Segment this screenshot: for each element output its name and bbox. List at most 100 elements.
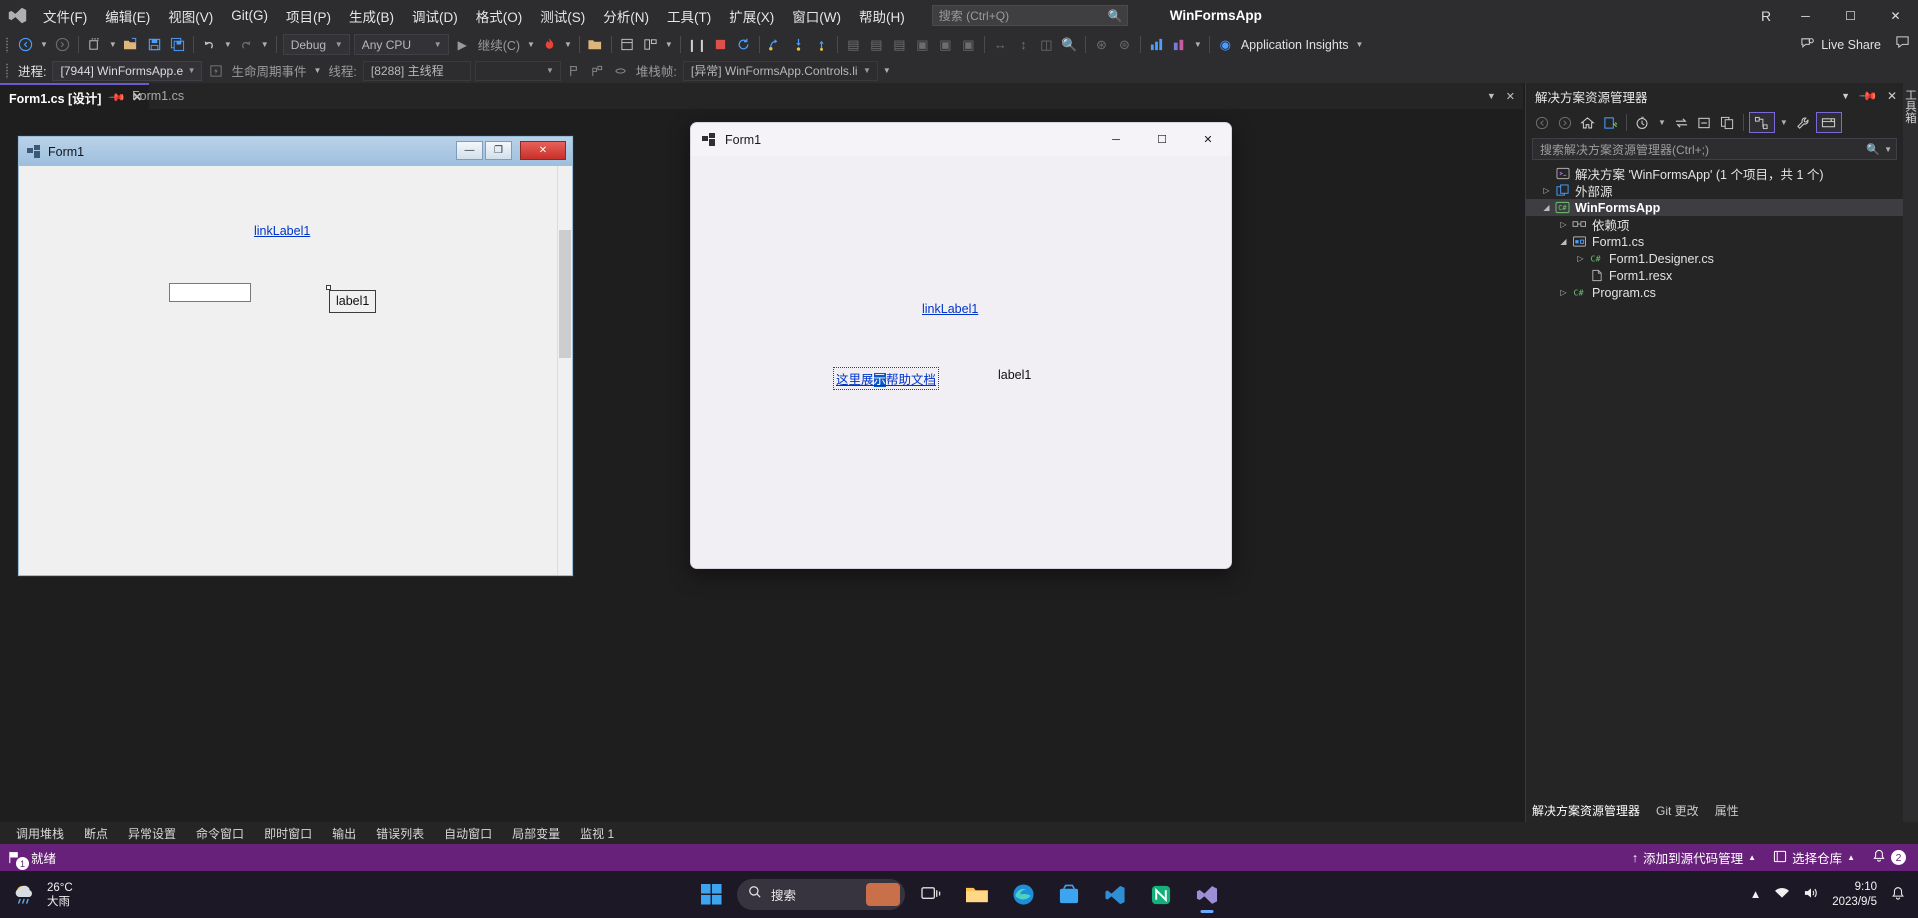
toolbar-grip[interactable] — [4, 36, 11, 54]
menu-item-file[interactable]: 文件(F) — [34, 0, 96, 31]
bottom-tab-autos[interactable]: 自动窗口 — [434, 822, 502, 844]
menu-item-project[interactable]: 项目(P) — [277, 0, 340, 31]
designer-scrollbar-thumb[interactable] — [559, 230, 571, 358]
designer-label1-wrapper[interactable]: label1 — [326, 285, 377, 313]
live-share-button[interactable]: Live Share — [1800, 36, 1881, 53]
navigate-forward-icon[interactable] — [51, 33, 74, 56]
toolbox-vertical-tab[interactable]: 工具箱 — [1903, 83, 1918, 822]
tab-list-dropdown-icon[interactable]: ▼ — [1487, 91, 1496, 101]
tree-item-form1-cs[interactable]: ◢ Form1.cs — [1526, 233, 1903, 250]
step-over-icon[interactable] — [764, 33, 787, 56]
bottom-tab-error-list[interactable]: 错误列表 — [366, 822, 434, 844]
network-icon[interactable] — [1774, 886, 1790, 903]
menu-item-format[interactable]: 格式(O) — [467, 0, 532, 31]
solution-view-caret[interactable]: ▼ — [1777, 118, 1791, 127]
debug-toolbar-grip[interactable] — [4, 62, 11, 80]
back-icon[interactable] — [1531, 112, 1552, 133]
footer-tab-git-changes[interactable]: Git 更改 — [1656, 802, 1699, 819]
global-search-input[interactable]: 搜索 (Ctrl+Q) 🔍 — [931, 5, 1128, 26]
vscode-icon[interactable] — [1095, 875, 1135, 915]
back-dropdown-caret[interactable]: ▼ — [37, 40, 51, 49]
solution-explorer-search-input[interactable]: 搜索解决方案资源管理器(Ctrl+;) 🔍 ▼ — [1532, 138, 1897, 160]
home-icon[interactable] — [1577, 112, 1598, 133]
play-icon[interactable]: ▶ — [451, 33, 474, 56]
new-item-dropdown-caret[interactable]: ▼ — [106, 40, 120, 49]
twisty[interactable]: ▷ — [1539, 186, 1554, 195]
flag-icon[interactable] — [563, 59, 586, 82]
designer-label1[interactable]: label1 — [329, 290, 377, 313]
pause-icon[interactable]: ❙❙ — [685, 33, 709, 56]
align-right-icon[interactable]: ▤ — [888, 33, 911, 56]
menu-item-help[interactable]: 帮助(H) — [850, 0, 914, 31]
edge-browser-icon[interactable] — [1003, 875, 1043, 915]
add-to-source-control-button[interactable]: ↑ 添加到源代码管理 ▲ — [1632, 848, 1756, 867]
window-minimize-button[interactable]: ─ — [1783, 0, 1828, 31]
app-insights-globe-icon[interactable]: ◉ — [1214, 33, 1237, 56]
bottom-tab-output[interactable]: 输出 — [322, 822, 366, 844]
stackframe-combo[interactable]: [异常] WinFormsApp.Controls.linkLabe ▼ — [682, 60, 878, 81]
running-form-titlebar[interactable]: Form1 ─ ☐ ✕ — [691, 123, 1231, 156]
twisty[interactable]: ◢ — [1556, 237, 1571, 246]
make-same-width-icon[interactable]: ↔ — [989, 33, 1012, 56]
thread-combo[interactable]: [8288] 主线程 — [362, 60, 471, 81]
volume-icon[interactable] — [1803, 886, 1819, 903]
running-form1-window[interactable]: Form1 ─ ☐ ✕ linkLabel1 这里展示帮助文档 label1 — [690, 122, 1232, 569]
menu-item-git[interactable]: Git(G) — [222, 0, 277, 31]
align-center-icon[interactable]: ▤ — [865, 33, 888, 56]
menu-item-debug[interactable]: 调试(D) — [403, 0, 467, 31]
winforms-designer-canvas[interactable]: Form1 — ❐ ✕ linkLabel1 label1 Form1 ─ ☐ … — [0, 109, 1523, 796]
file-explorer-icon[interactable] — [957, 875, 997, 915]
running-form-minimize-button[interactable]: ─ — [1093, 123, 1139, 156]
close-icon[interactable]: ✕ — [1887, 89, 1897, 103]
properties-wrench-icon[interactable] — [1793, 112, 1814, 133]
twisty[interactable]: ▷ — [1573, 254, 1588, 263]
running-form-body[interactable]: linkLabel1 这里展示帮助文档 label1 — [691, 156, 1231, 568]
solution-configuration-combo[interactable]: Debug ▼ — [282, 34, 350, 55]
notifications-button[interactable]: 2 — [1872, 849, 1906, 866]
app-insights-dropdown-caret[interactable]: ▼ — [1353, 40, 1367, 49]
undo-dropdown-caret[interactable]: ▼ — [221, 40, 235, 49]
lifecycle-events-icon[interactable] — [204, 59, 227, 82]
notification-bell-icon[interactable] — [1890, 886, 1906, 904]
taskbar-clock[interactable]: 9:10 2023/9/5 — [1832, 880, 1877, 910]
zoom-icon[interactable]: 🔍 — [1058, 33, 1081, 56]
collapse-all-icon[interactable] — [1694, 112, 1715, 133]
running-form-close-button[interactable]: ✕ — [1185, 123, 1231, 156]
undo-icon[interactable] — [198, 33, 221, 56]
tree-item-winformsapp[interactable]: ◢ C# WinFormsApp — [1526, 199, 1903, 216]
align-left-icon[interactable]: ▤ — [842, 33, 865, 56]
window-close-button[interactable]: ✕ — [1873, 0, 1918, 31]
bottom-tab-locals[interactable]: 局部变量 — [502, 822, 570, 844]
store-icon[interactable] — [1049, 875, 1089, 915]
show-all-files-icon[interactable] — [1717, 112, 1738, 133]
save-icon[interactable] — [143, 33, 166, 56]
preview-selected-items-icon[interactable] — [1815, 112, 1842, 133]
open-file-icon[interactable] — [120, 33, 143, 56]
account-avatar[interactable]: R — [1749, 0, 1783, 31]
taskbar-weather-widget[interactable]: 26°C 大雨 — [0, 881, 73, 909]
app-insights-caret[interactable]: ▼ — [1191, 40, 1205, 49]
tab-form1-code[interactable]: Form1.cs — [123, 83, 191, 109]
solution-explorer-tree[interactable]: 解决方案 'WinFormsApp' (1 个项目，共 1 个) ▷ 外部源 ◢… — [1526, 165, 1903, 301]
redo-icon[interactable] — [235, 33, 258, 56]
designer-linklabel1[interactable]: linkLabel1 — [254, 224, 310, 238]
menu-item-window[interactable]: 窗口(W) — [783, 0, 850, 31]
tab-order-icon[interactable]: ⊜ — [1113, 33, 1136, 56]
running-form-maximize-button[interactable]: ☐ — [1139, 123, 1185, 156]
restart-icon[interactable] — [732, 33, 755, 56]
application-insights-label[interactable]: Application Insights — [1237, 38, 1353, 52]
designer-textbox1[interactable] — [169, 283, 251, 302]
tree-item-program-cs[interactable]: ▷ C# Program.cs — [1526, 284, 1903, 301]
footer-tab-properties[interactable]: 属性 — [1715, 802, 1739, 819]
bottom-tab-call-stack[interactable]: 调用堆栈 — [6, 822, 74, 844]
tree-item-form1-resx[interactable]: Form1.resx — [1526, 267, 1903, 284]
hot-reload-icon[interactable] — [538, 33, 561, 56]
debug-toolbar-overflow-caret[interactable]: ▼ — [880, 66, 894, 75]
make-same-size-icon[interactable]: ◫ — [1035, 33, 1058, 56]
navicat-icon[interactable] — [1141, 875, 1181, 915]
folder-icon[interactable] — [584, 33, 607, 56]
stop-icon[interactable] — [709, 33, 732, 56]
lifecycle-dropdown-caret[interactable]: ▼ — [311, 66, 325, 75]
chevron-up-icon[interactable]: ▲ — [1750, 889, 1761, 901]
layout-icon[interactable] — [616, 33, 639, 56]
